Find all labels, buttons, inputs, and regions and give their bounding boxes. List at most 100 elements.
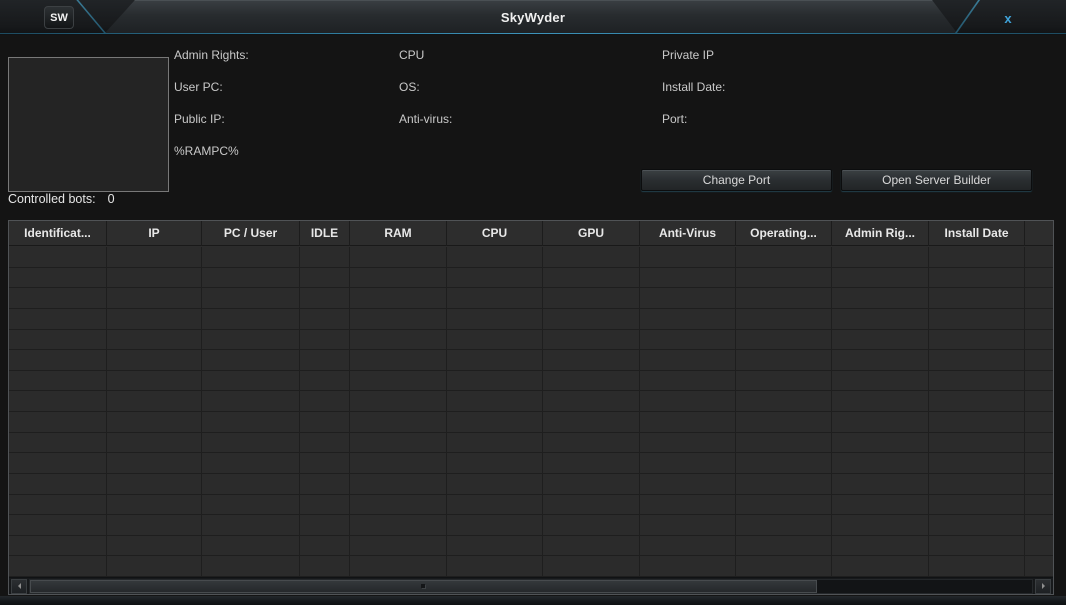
table-cell: [447, 474, 543, 494]
triangle-left-icon: [15, 583, 21, 589]
column-header-spacer[interactable]: [1025, 221, 1053, 246]
table-cell: [350, 474, 447, 494]
table-row[interactable]: [9, 350, 1053, 371]
table-cell: [9, 474, 107, 494]
table-cell: [640, 371, 736, 391]
table-cell: [1025, 268, 1053, 288]
table-cell: [832, 309, 929, 329]
table-cell: [736, 474, 832, 494]
close-button[interactable]: x: [996, 8, 1020, 28]
table-row[interactable]: [9, 391, 1053, 412]
table-cell: [543, 391, 640, 411]
app-logo-button[interactable]: SW: [44, 6, 74, 29]
table-row[interactable]: [9, 515, 1053, 536]
table-cell: [447, 515, 543, 535]
table-cell: [202, 288, 300, 308]
label-ram-pc-placeholder: %RAMPC%: [174, 144, 239, 158]
table-cell: [929, 247, 1025, 267]
table-cell: [929, 391, 1025, 411]
triangle-right-icon: [1042, 583, 1048, 589]
table-cell: [350, 371, 447, 391]
table-row[interactable]: [9, 309, 1053, 330]
table-cell: [736, 495, 832, 515]
table-row[interactable]: [9, 556, 1053, 577]
table-row[interactable]: [9, 371, 1053, 392]
scroll-left-button[interactable]: [11, 579, 27, 594]
table-cell: [543, 495, 640, 515]
column-header-pc-user[interactable]: PC / User: [202, 221, 300, 246]
table-cell: [832, 391, 929, 411]
table-cell: [1025, 515, 1053, 535]
column-header-install-date[interactable]: Install Date: [929, 221, 1025, 246]
scrollbar-thumb[interactable]: [30, 580, 817, 593]
window-bottom-edge: [0, 596, 1066, 605]
table-cell: [832, 433, 929, 453]
table-cell: [736, 309, 832, 329]
table-cell: [202, 330, 300, 350]
table-row[interactable]: [9, 330, 1053, 351]
table-cell: [350, 453, 447, 473]
table-cell: [832, 474, 929, 494]
table-cell: [640, 556, 736, 576]
table-cell: [832, 330, 929, 350]
table-cell: [202, 309, 300, 329]
column-header-identificat[interactable]: Identificat...: [9, 221, 107, 246]
label-install-date: Install Date:: [662, 80, 725, 94]
table-row[interactable]: [9, 495, 1053, 516]
table-cell: [300, 371, 350, 391]
horizontal-scrollbar[interactable]: [9, 577, 1053, 594]
table-cell: [640, 350, 736, 370]
column-header-idle[interactable]: IDLE: [300, 221, 350, 246]
table-cell: [1025, 556, 1053, 576]
table-cell: [447, 371, 543, 391]
table-cell: [736, 288, 832, 308]
titlebar: SW SkyWyder x: [0, 0, 1066, 35]
table-cell: [300, 474, 350, 494]
table-row[interactable]: [9, 268, 1053, 289]
bots-table: Identificat...IPPC / UserIDLERAMCPUGPUAn…: [8, 220, 1054, 595]
column-header-admin-rig[interactable]: Admin Rig...: [832, 221, 929, 246]
table-row[interactable]: [9, 536, 1053, 557]
table-cell: [640, 495, 736, 515]
table-row[interactable]: [9, 412, 1053, 433]
table-cell: [107, 268, 202, 288]
label-private-ip: Private IP: [662, 48, 714, 62]
scrollbar-track[interactable]: [29, 579, 1033, 594]
scroll-right-button[interactable]: [1035, 579, 1051, 594]
table-cell: [929, 536, 1025, 556]
label-public-ip: Public IP:: [174, 112, 225, 126]
column-header-gpu[interactable]: GPU: [543, 221, 640, 246]
open-server-builder-button[interactable]: Open Server Builder: [841, 169, 1032, 191]
label-os: OS:: [399, 80, 420, 94]
table-row[interactable]: [9, 288, 1053, 309]
table-cell: [832, 536, 929, 556]
table-row[interactable]: [9, 453, 1053, 474]
table-cell: [640, 433, 736, 453]
table-cell: [929, 515, 1025, 535]
column-header-ram[interactable]: RAM: [350, 221, 447, 246]
table-row[interactable]: [9, 247, 1053, 268]
table-row[interactable]: [9, 474, 1053, 495]
table-cell: [447, 556, 543, 576]
table-cell: [300, 309, 350, 329]
table-cell: [202, 412, 300, 432]
table-cell: [300, 330, 350, 350]
table-cell: [447, 288, 543, 308]
table-cell: [350, 515, 447, 535]
table-cell: [107, 453, 202, 473]
column-header-operating[interactable]: Operating...: [736, 221, 832, 246]
table-cell: [929, 371, 1025, 391]
table-cell: [9, 391, 107, 411]
table-cell: [350, 288, 447, 308]
table-cell: [640, 247, 736, 267]
table-cell: [640, 453, 736, 473]
column-header-anti-virus[interactable]: Anti-Virus: [640, 221, 736, 246]
table-row[interactable]: [9, 433, 1053, 454]
change-port-button[interactable]: Change Port: [641, 169, 832, 191]
column-header-ip[interactable]: IP: [107, 221, 202, 246]
table-cell: [1025, 391, 1053, 411]
table-cell: [447, 453, 543, 473]
column-header-cpu[interactable]: CPU: [447, 221, 543, 246]
table-header-row: Identificat...IPPC / UserIDLERAMCPUGPUAn…: [9, 221, 1053, 246]
table-cell: [300, 453, 350, 473]
